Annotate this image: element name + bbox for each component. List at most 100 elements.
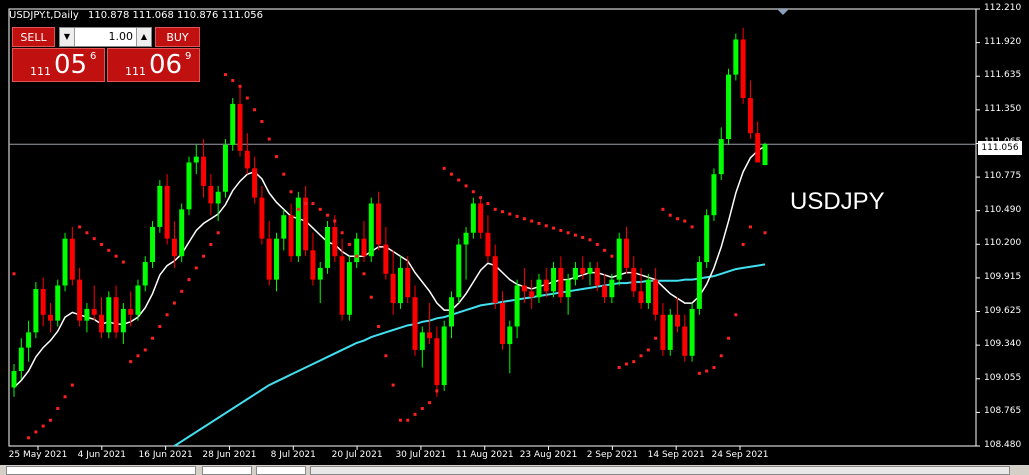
- candle-bull: [572, 267, 578, 280]
- y-tick-label: 109.055: [984, 372, 1022, 383]
- x-tick-label: 2 Sep 2021: [586, 450, 639, 460]
- chart-tab-strip[interactable]: [310, 466, 1010, 475]
- sell-button[interactable]: SELL: [12, 27, 55, 47]
- lot-decrease-icon[interactable]: ▼: [60, 28, 75, 46]
- sell-price-box[interactable]: 111 05 6: [12, 48, 105, 82]
- candle-bear: [303, 197, 309, 251]
- candle-bear: [47, 314, 53, 321]
- candle-bull: [273, 238, 279, 280]
- sar-dot: [304, 201, 308, 205]
- sar-dot: [639, 354, 643, 358]
- x-tick-label: 14 Sep 2021: [647, 450, 705, 460]
- lot-size-value[interactable]: 1.00: [74, 30, 137, 43]
- sar-dot: [296, 207, 300, 211]
- candle-bear: [492, 256, 498, 304]
- candle-bull: [120, 308, 126, 333]
- sar-dot: [508, 212, 512, 216]
- x-tick-label: 8 Jul 2021: [270, 450, 316, 460]
- candle-bear: [594, 267, 600, 286]
- candle-bear: [543, 279, 549, 292]
- x-tick-label: 28 Jun 2021: [202, 450, 257, 460]
- candle-bull: [179, 209, 185, 257]
- sar-dot: [202, 254, 206, 258]
- candle-bull: [26, 332, 32, 348]
- buy-price-box[interactable]: 111 06 9: [107, 48, 200, 82]
- candle-bear: [434, 338, 440, 386]
- sar-dot: [78, 225, 82, 229]
- sar-dot: [712, 366, 716, 370]
- candle-bull: [456, 244, 462, 298]
- sar-dot: [697, 371, 701, 375]
- candle-bear: [500, 303, 506, 345]
- buy-button[interactable]: BUY: [155, 27, 200, 47]
- sar-dot: [347, 242, 351, 246]
- y-tick-label: 109.915: [984, 271, 1022, 282]
- sar-dot: [457, 178, 461, 182]
- sar-dot: [661, 207, 665, 211]
- candle-bull: [222, 144, 228, 192]
- sar-dot: [522, 217, 526, 221]
- sar-dot: [194, 266, 198, 270]
- candle-bull: [448, 297, 454, 327]
- sar-dot: [406, 418, 410, 422]
- sar-dot: [143, 348, 147, 352]
- sar-dot: [355, 254, 359, 258]
- candle-bull: [55, 285, 61, 321]
- candle-bull: [106, 297, 112, 333]
- candle-bull: [142, 262, 148, 286]
- sar-dot: [136, 354, 140, 358]
- sar-dot: [727, 336, 731, 340]
- sar-dot: [326, 213, 330, 217]
- y-tick-label: 108.480: [984, 440, 1022, 450]
- candle-bear: [427, 332, 433, 339]
- sar-dot: [151, 336, 155, 340]
- sar-dot: [573, 233, 577, 237]
- sar-dot: [172, 301, 176, 305]
- chart-tab[interactable]: [6, 466, 196, 475]
- candle-bull: [463, 232, 469, 245]
- sar-dot: [223, 73, 227, 77]
- candle-bear: [376, 203, 382, 245]
- candle-bull: [507, 326, 513, 345]
- candle-bear: [266, 238, 272, 280]
- candle-bull: [186, 162, 192, 210]
- candle-bull: [397, 267, 403, 304]
- sar-dot: [741, 242, 745, 246]
- candle-bull: [295, 197, 301, 257]
- lot-increase-icon[interactable]: ▲: [136, 28, 151, 46]
- candle-bull: [157, 185, 163, 227]
- sar-dot: [683, 219, 687, 223]
- candle-bull: [470, 203, 476, 233]
- candle-bear: [208, 185, 214, 204]
- lot-size-input[interactable]: ▼ 1.00 ▲: [59, 27, 152, 47]
- sar-dot: [209, 242, 213, 246]
- sar-dot: [253, 108, 257, 112]
- sell-price-prefix: 111: [30, 65, 51, 78]
- sar-dot: [428, 401, 432, 405]
- y-tick-label: 109.625: [984, 305, 1022, 316]
- x-tick-label: 20 Jul 2021: [331, 450, 383, 460]
- candle-bear: [558, 267, 564, 298]
- sar-dot: [668, 213, 672, 217]
- sar-dot: [734, 313, 738, 317]
- chart-tab[interactable]: [256, 466, 306, 475]
- x-tick-label: 25 May 2021: [8, 450, 68, 460]
- sar-dot: [238, 84, 242, 88]
- candle-bull: [718, 139, 724, 175]
- sar-dot: [552, 226, 556, 230]
- sar-dot: [27, 436, 31, 440]
- sar-dot: [180, 289, 184, 293]
- chart-tab[interactable]: [202, 466, 252, 475]
- candle-bear: [412, 297, 418, 350]
- sar-dot: [763, 231, 767, 235]
- sar-dot: [471, 190, 475, 194]
- candle-bear: [171, 238, 177, 257]
- candle-bear: [638, 291, 644, 304]
- y-tick-label: 111.635: [984, 70, 1022, 81]
- buy-price-prefix: 111: [125, 65, 146, 78]
- sar-dot: [377, 324, 381, 328]
- sar-dot: [559, 228, 563, 232]
- sar-dot: [705, 369, 709, 373]
- x-tick-label: 30 Jul 2021: [395, 450, 447, 460]
- candle-bull: [587, 267, 593, 274]
